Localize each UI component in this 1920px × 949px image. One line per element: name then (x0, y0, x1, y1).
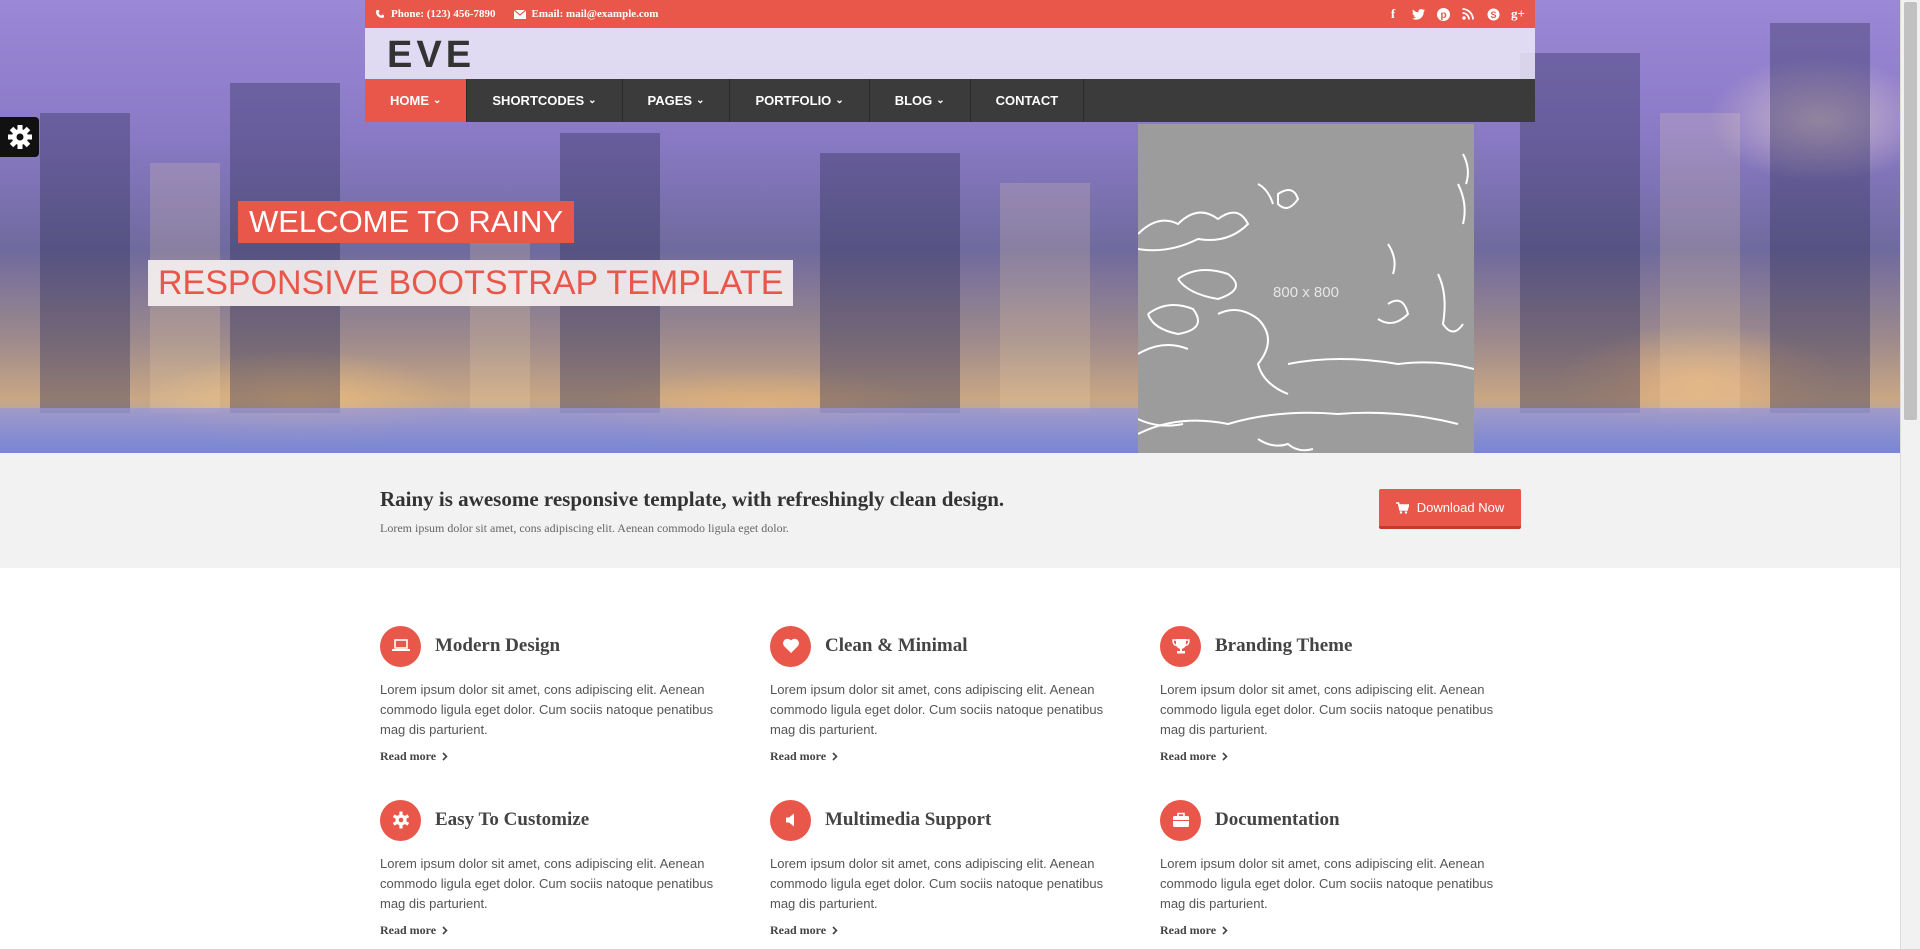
feature-text: Lorem ipsum dolor sit amet, cons adipisc… (380, 682, 714, 737)
read-more-link[interactable]: Read more (1160, 749, 1228, 764)
download-now-label: Download Now (1416, 500, 1505, 515)
volume-icon (770, 799, 811, 841)
slider-subtitle: RESPONSIVE BOOTSTRAP TEMPLATE (148, 260, 794, 306)
cart-icon (1395, 501, 1409, 514)
gear-icon (7, 125, 32, 149)
feature-multimedia-support: Multimedia Support Lorem ipsum dolor sit … (770, 799, 1110, 939)
social-links: f p S g+ (1386, 6, 1525, 21)
read-more-link[interactable]: Read more (770, 923, 838, 938)
svg-text:S: S (1490, 10, 1496, 20)
style-switcher-toggle[interactable] (0, 117, 39, 157)
feature-title: Modern Design (435, 635, 561, 656)
feature-documentation: Documentation Lorem ipsum dolor sit amet,… (1160, 799, 1500, 939)
chevron-down-icon: ⌄ (588, 95, 597, 106)
nav-item-shortcodes[interactable]: SHORTCODES ⌄ (467, 79, 623, 122)
promo-title: Rainy is awesome responsive template, wi… (380, 487, 1005, 511)
chevron-down-icon: ⌄ (433, 95, 442, 106)
chevron-right-icon (1222, 926, 1228, 935)
nav-item-label: HOME (390, 93, 429, 108)
nav-item-home[interactable]: HOME ⌄ (365, 79, 468, 122)
nav-item-contact[interactable]: CONTACT (971, 79, 1085, 122)
site-logo[interactable]: EVE (387, 34, 475, 77)
feature-title: Documentation (1215, 809, 1340, 830)
feature-header: Clean & Minimal (770, 625, 1110, 667)
slider-image-placeholder: 800 x 800 (1138, 124, 1474, 453)
feature-clean-minimal: Clean & Minimal Lorem ipsum dolor sit ame… (770, 625, 1110, 765)
chevron-right-icon (442, 752, 448, 761)
nav-item-blog[interactable]: BLOG ⌄ (870, 79, 971, 122)
chevron-right-icon (1222, 752, 1228, 761)
phone-text: Phone: (123) 456-7890 (391, 8, 496, 20)
feature-text: Lorem ipsum dolor sit amet, cons adipisc… (770, 856, 1104, 911)
logo-bar: EVE (365, 28, 1535, 79)
rss-icon[interactable] (1461, 7, 1475, 21)
google-plus-icon[interactable]: g+ (1511, 6, 1525, 21)
feature-header: Modern Design (380, 625, 720, 667)
feature-text: Lorem ipsum dolor sit amet, cons adipisc… (1160, 682, 1494, 737)
skype-icon[interactable]: S (1486, 7, 1500, 21)
nav-item-label: PORTFOLIO (755, 93, 832, 108)
read-more-label: Read more (770, 749, 827, 763)
feature-header: Branding Theme (1160, 625, 1500, 667)
chevron-right-icon (832, 752, 838, 761)
feature-header: Easy To Customize (380, 799, 720, 841)
nav-item-portfolio[interactable]: PORTFOLIO ⌄ (730, 79, 870, 122)
read-more-link[interactable]: Read more (380, 749, 448, 764)
promo-section: Rainy is awesome responsive template, wi… (0, 453, 1900, 568)
laptop-icon (380, 625, 421, 667)
feature-title: Clean & Minimal (825, 635, 968, 656)
read-more-label: Read more (1160, 923, 1217, 937)
scrollbar-thumb[interactable] (1904, 2, 1917, 420)
trophy-icon (1160, 625, 1201, 667)
phone-info: Phone: (123) 456-7890 (375, 8, 496, 20)
svg-text:p: p (1440, 10, 1446, 21)
chevron-down-icon: ⌄ (696, 95, 705, 106)
feature-text: Lorem ipsum dolor sit amet, cons adipisc… (380, 856, 714, 911)
nav-item-label: CONTACT (995, 93, 1059, 108)
main-nav: HOME ⌄ SHORTCODES ⌄ PAGES ⌄ PORTFOLIO ⌄ BLOG ⌄ CON… (365, 79, 1535, 122)
briefcase-icon (1160, 799, 1201, 841)
gear-icon (380, 799, 421, 841)
read-more-label: Read more (380, 749, 437, 763)
envelope-icon (513, 9, 526, 19)
download-now-button[interactable]: Download Now (1379, 489, 1521, 529)
pinterest-icon[interactable]: p (1436, 7, 1450, 21)
page-scrollbar[interactable] (1900, 0, 1920, 949)
read-more-label: Read more (1160, 749, 1217, 763)
nav-item-label: BLOG (894, 93, 933, 108)
chevron-down-icon: ⌄ (835, 95, 844, 106)
feature-text: Lorem ipsum dolor sit amet, cons adipisc… (770, 682, 1104, 737)
feature-text: Lorem ipsum dolor sit amet, cons adipisc… (1160, 856, 1494, 911)
phone-icon (376, 10, 384, 18)
nav-item-label: SHORTCODES (492, 93, 585, 108)
heart-icon (770, 625, 811, 667)
feature-header: Documentation (1160, 799, 1500, 841)
feature-modern-design: Modern Design Lorem ipsum dolor sit amet,… (380, 625, 720, 765)
read-more-link[interactable]: Read more (1160, 923, 1228, 938)
read-more-link[interactable]: Read more (770, 749, 838, 764)
chevron-down-icon: ⌄ (936, 95, 945, 106)
feature-title: Branding Theme (1215, 635, 1353, 656)
feature-branding-theme: Branding Theme Lorem ipsum dolor sit amet… (1160, 625, 1500, 765)
email-info: Email: mail@example.com (513, 8, 659, 20)
read-more-link[interactable]: Read more (380, 923, 448, 938)
chevron-right-icon (442, 926, 448, 935)
facebook-icon[interactable]: f (1386, 6, 1400, 21)
chevron-right-icon (832, 926, 838, 935)
twitter-icon[interactable] (1411, 7, 1425, 21)
read-more-label: Read more (770, 923, 827, 937)
top-contact-bar: Phone: (123) 456-7890 Email: mail@exampl… (365, 0, 1535, 28)
placeholder-label: 800 x 800 (1273, 284, 1339, 301)
feature-title: Multimedia Support (825, 809, 992, 830)
feature-title: Easy To Customize (435, 809, 590, 830)
feature-easy-to-customize: Easy To Customize Lorem ipsum dolor sit a… (380, 799, 720, 939)
feature-header: Multimedia Support (770, 799, 1110, 841)
nav-item-pages[interactable]: PAGES ⌄ (623, 79, 731, 122)
nav-item-label: PAGES (647, 93, 693, 108)
email-text: Email: mail@example.com (531, 8, 659, 20)
promo-text: Lorem ipsum dolor sit amet, cons adipisc… (380, 521, 789, 535)
slider-title: WELCOME TO RAINY (238, 201, 575, 243)
read-more-label: Read more (380, 923, 437, 937)
